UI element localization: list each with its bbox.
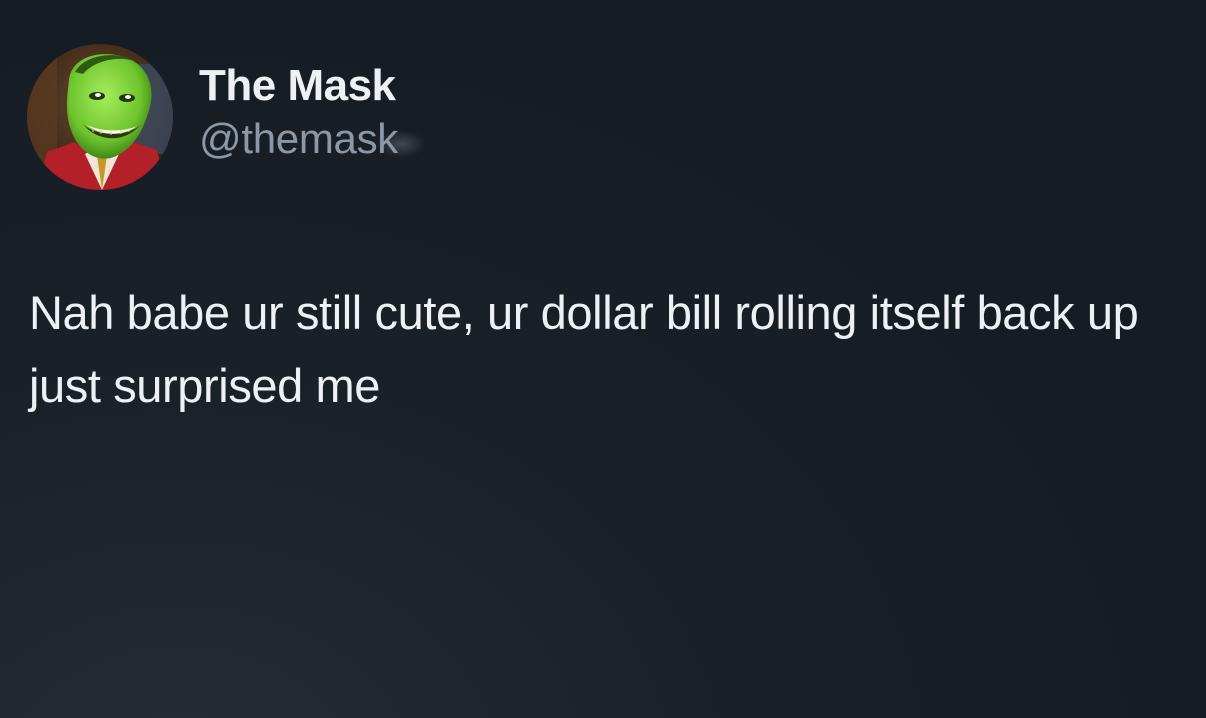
handle-container: @themask — [199, 112, 426, 166]
display-name[interactable]: The Mask — [199, 60, 398, 112]
tweet-text: Nah babe ur still cute, ur dollar bill r… — [29, 286, 1139, 412]
avatar[interactable] — [27, 44, 173, 190]
user-handle[interactable]: @themask — [199, 115, 398, 162]
user-info: The Mask @themask — [199, 60, 426, 166]
green-mask-face-avatar-icon — [27, 44, 173, 190]
tweet-header: The Mask @themask — [27, 44, 426, 190]
redacted-blur — [375, 130, 426, 158]
tweet-card: The Mask @themask Nah babe ur still cute… — [0, 0, 1206, 718]
